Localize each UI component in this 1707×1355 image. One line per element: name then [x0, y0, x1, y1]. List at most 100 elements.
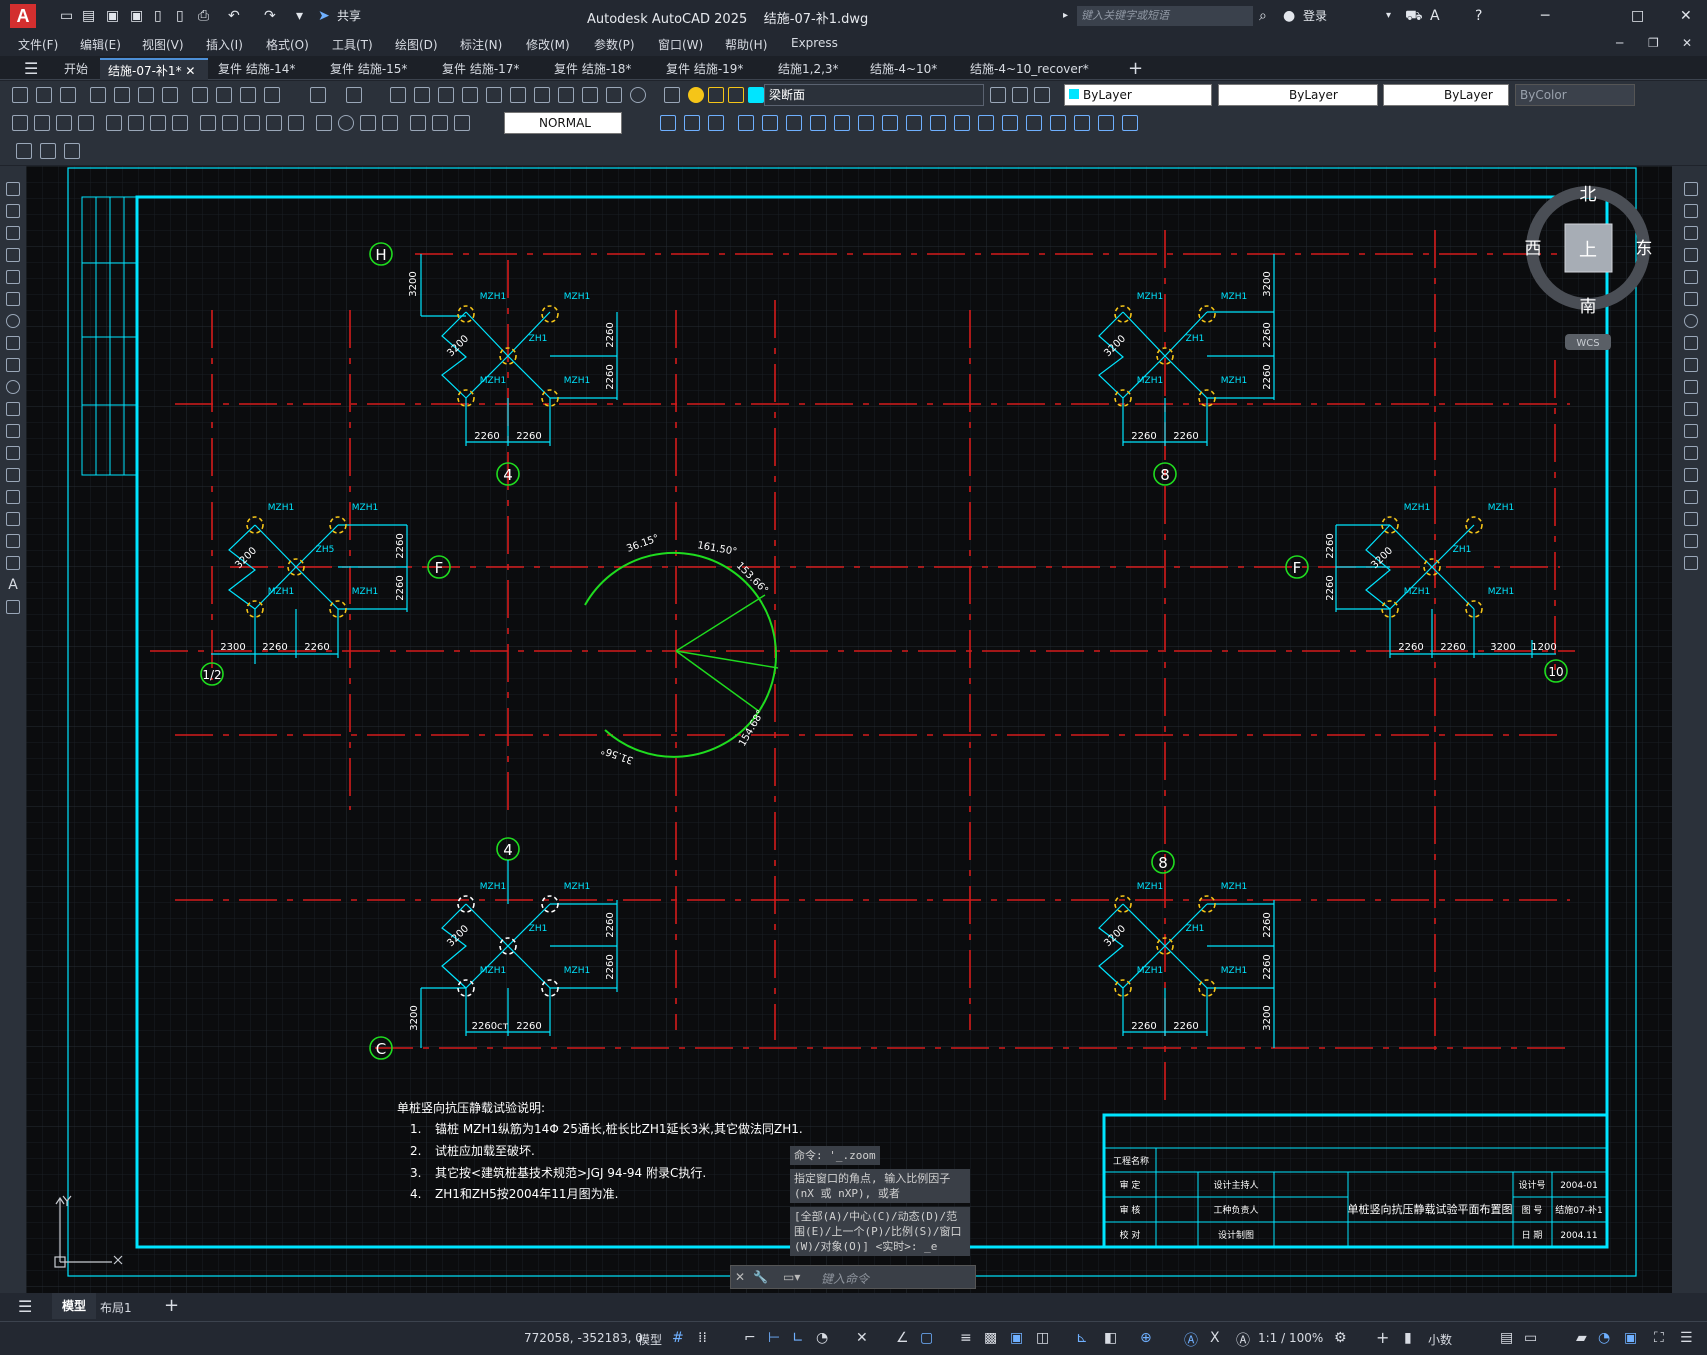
- region-icon[interactable]: [6, 534, 20, 548]
- polar-icon[interactable]: ◔: [816, 1330, 828, 1346]
- lineweight-dropdown[interactable]: ByLayer: [1383, 84, 1509, 106]
- gradient-icon[interactable]: [6, 512, 20, 526]
- solid-separate-icon[interactable]: [1122, 115, 1138, 131]
- arc-icon[interactable]: [6, 292, 20, 306]
- dim-update-icon[interactable]: [454, 115, 470, 131]
- save-icon[interactable]: ▣: [106, 7, 119, 25]
- solid-cylinder-icon[interactable]: [834, 115, 850, 131]
- maximize-icon[interactable]: □: [1631, 7, 1644, 25]
- offset-icon[interactable]: [1684, 248, 1698, 262]
- markup-icon[interactable]: [582, 87, 598, 103]
- zoom-previous-icon[interactable]: [462, 87, 478, 103]
- customization-icon[interactable]: ☰: [1680, 1330, 1693, 1346]
- infer-icon[interactable]: ⌐: [744, 1330, 756, 1346]
- search-input[interactable]: 键入关键字或短语: [1077, 6, 1253, 26]
- open-file-icon[interactable]: ▤: [82, 7, 95, 25]
- open-icon[interactable]: [36, 87, 52, 103]
- menu-tools[interactable]: 工具(T): [332, 36, 373, 53]
- solid-section-icon[interactable]: [1026, 115, 1042, 131]
- solid-sphere-icon[interactable]: [810, 115, 826, 131]
- dim-aligned-icon[interactable]: [34, 115, 50, 131]
- ellipse-icon[interactable]: [6, 380, 20, 394]
- doc-minimize-icon[interactable]: ─: [1616, 36, 1623, 50]
- user-icon[interactable]: ●: [1283, 7, 1295, 25]
- menu-modify[interactable]: 修改(M): [526, 36, 570, 53]
- solid-slice-icon[interactable]: [1002, 115, 1018, 131]
- lineweight-icon[interactable]: ≡: [960, 1330, 972, 1346]
- viewcube-top[interactable]: 上: [1579, 240, 1597, 261]
- lock-ui-icon[interactable]: ▭: [1524, 1330, 1537, 1346]
- properties-icon[interactable]: [486, 87, 502, 103]
- layer-lock-icon[interactable]: [728, 87, 744, 103]
- break-point-icon[interactable]: [1684, 424, 1698, 438]
- chamfer-icon[interactable]: [1684, 490, 1698, 504]
- undo-icon-2[interactable]: [310, 87, 326, 103]
- dynamic-input-icon[interactable]: ⊢: [768, 1330, 780, 1346]
- layer-color-icon[interactable]: [748, 87, 764, 103]
- command-customize-icon[interactable]: 🔧: [753, 1270, 768, 1284]
- linetype-dropdown[interactable]: ByLayer: [1218, 84, 1378, 106]
- tab-drawing-14[interactable]: 复件 结施-14*: [210, 58, 303, 80]
- line-icon[interactable]: [6, 182, 20, 196]
- design-center-icon[interactable]: [510, 87, 526, 103]
- color-dropdown[interactable]: ByLayer: [1064, 84, 1212, 106]
- menu-view[interactable]: 视图(V): [142, 36, 184, 53]
- publish-icon[interactable]: [138, 87, 154, 103]
- preview-icon[interactable]: [114, 87, 130, 103]
- gizmo-icon[interactable]: ⊕: [1140, 1330, 1152, 1346]
- layer-dropdown[interactable]: 梁断面: [764, 84, 984, 106]
- tab-start[interactable]: 开始: [56, 58, 96, 80]
- polygon-icon[interactable]: [6, 248, 20, 262]
- save-web-icon[interactable]: ▯: [176, 7, 184, 25]
- solid-shell-icon[interactable]: [1098, 115, 1114, 131]
- save-icon-2[interactable]: [60, 87, 76, 103]
- viewcube-east[interactable]: 东: [1636, 239, 1653, 259]
- dim-continue-icon[interactable]: [244, 115, 260, 131]
- dim-text-edit-icon[interactable]: [432, 115, 448, 131]
- drawing-canvas[interactable]: H C F F 4 8 4 8 1/2 10 MZH1 MZH1 ZH1 MZH…: [26, 166, 1672, 1293]
- redo-icon[interactable]: ↷: [264, 7, 276, 25]
- sheetset-icon[interactable]: [558, 87, 574, 103]
- layer-state-icon[interactable]: [1012, 87, 1028, 103]
- cut-icon[interactable]: [192, 87, 208, 103]
- solid-edit-icon[interactable]: [1074, 115, 1090, 131]
- menu-help[interactable]: 帮助(H): [725, 36, 767, 53]
- tab-drawing-recover[interactable]: 结施-4~10_recover*: [962, 58, 1097, 80]
- dim-space-icon[interactable]: [266, 115, 282, 131]
- solid-extrude-icon[interactable]: [882, 115, 898, 131]
- layer-previous-icon[interactable]: [990, 87, 1006, 103]
- view-back-icon[interactable]: [684, 115, 700, 131]
- solid-subtract-icon[interactable]: [954, 115, 970, 131]
- tab-drawing-17[interactable]: 复件 结施-17*: [434, 58, 527, 80]
- dim-baseline-icon[interactable]: [222, 115, 238, 131]
- tab-drawing-123[interactable]: 结施1,2,3*: [770, 58, 847, 80]
- menu-insert[interactable]: 插入(I): [206, 36, 243, 53]
- extra-tool-2-icon[interactable]: [40, 143, 56, 159]
- doc-restore-icon[interactable]: ❐: [1648, 36, 1659, 50]
- match-icon[interactable]: [264, 87, 280, 103]
- polyline-icon[interactable]: [6, 226, 20, 240]
- new-tab-icon[interactable]: +: [1120, 58, 1151, 80]
- erase-icon[interactable]: [1684, 182, 1698, 196]
- solid-box-icon[interactable]: [738, 115, 754, 131]
- command-input[interactable]: ✕ 🔧 ▭▾ 键入命令: [730, 1265, 976, 1289]
- zoom-realtime-icon[interactable]: [414, 87, 430, 103]
- annotation-visibility-icon[interactable]: Ⓐ: [1184, 1330, 1198, 1350]
- selection-filter-icon[interactable]: ◧: [1104, 1330, 1117, 1346]
- share-icon[interactable]: ➤: [318, 7, 330, 25]
- layer-on-icon[interactable]: [688, 87, 704, 103]
- ortho-icon[interactable]: ∟: [792, 1330, 804, 1346]
- trim-icon[interactable]: [1684, 380, 1698, 394]
- tab-drawing-18[interactable]: 复件 结施-18*: [546, 58, 639, 80]
- dim-ordinate-icon[interactable]: [78, 115, 94, 131]
- minimize-icon[interactable]: ─: [1541, 7, 1549, 25]
- new-icon[interactable]: [12, 87, 28, 103]
- chevron-right-icon[interactable]: ▸: [1063, 7, 1068, 25]
- layer-freeze-icon[interactable]: [708, 87, 724, 103]
- extend-icon[interactable]: [1684, 402, 1698, 416]
- revcloud-icon[interactable]: [6, 336, 20, 350]
- viewcube-south[interactable]: 南: [1580, 297, 1597, 317]
- ellipse-arc-icon[interactable]: [6, 402, 20, 416]
- annotation-monitor-icon[interactable]: +: [1376, 1328, 1389, 1347]
- add-selected-icon[interactable]: [6, 600, 20, 614]
